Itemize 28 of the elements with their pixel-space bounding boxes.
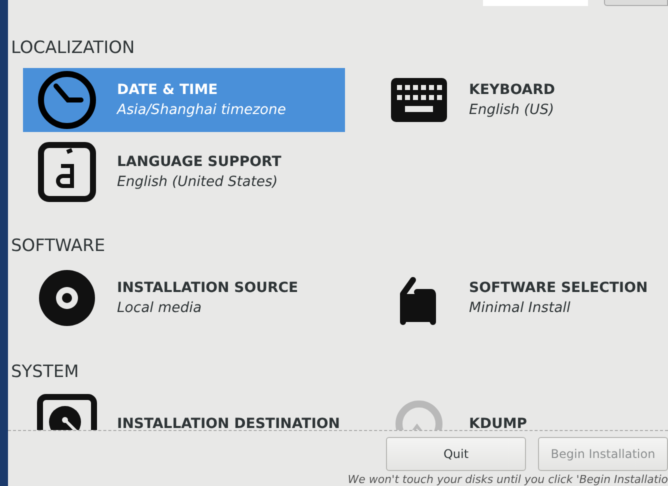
item-title: KDUMP <box>469 416 528 430</box>
hub-item[interactable]: INSTALLATION SOURCE Local media <box>23 266 345 330</box>
item-title: LANGUAGE SUPPORT <box>117 154 282 170</box>
section-heading: SYSTEM <box>11 362 80 382</box>
section-heading: LOCALIZATION <box>11 38 136 58</box>
quit-button[interactable]: Quit <box>386 437 526 471</box>
item-title: SOFTWARE SELECTION <box>469 280 648 296</box>
hub-item[interactable]: KEYBOARD English (US) <box>375 68 668 132</box>
item-title: INSTALLATION DESTINATION <box>117 416 340 430</box>
hub-item[interactable]: KDUMP <box>375 392 668 430</box>
item-status: English (US) <box>469 102 555 118</box>
disc-icon <box>37 268 97 328</box>
top-button[interactable] <box>604 0 668 6</box>
hub-item[interactable]: LANGUAGE SUPPORT English (United States) <box>23 140 345 204</box>
clock-icon <box>37 70 97 130</box>
section-heading: SOFTWARE <box>11 236 106 256</box>
item-status: English (United States) <box>117 174 279 190</box>
item-status: Local media <box>117 300 203 316</box>
hub-item[interactable]: SOFTWARE SELECTION Minimal Install <box>375 266 668 330</box>
item-title: KEYBOARD <box>469 82 555 98</box>
hub-item[interactable]: INSTALLATION DESTINATION <box>23 392 345 430</box>
accented-letter-icon <box>37 142 97 202</box>
item-status: Minimal Install <box>469 300 572 316</box>
footer-note: We won't touch your disks until you click 'Begin Installatio <box>348 473 668 486</box>
item-title: DATE & TIME <box>117 82 219 98</box>
item-title: INSTALLATION SOURCE <box>117 280 298 296</box>
top-field[interactable] <box>483 0 588 6</box>
item-status: Asia/Shanghai timezone <box>117 102 286 118</box>
